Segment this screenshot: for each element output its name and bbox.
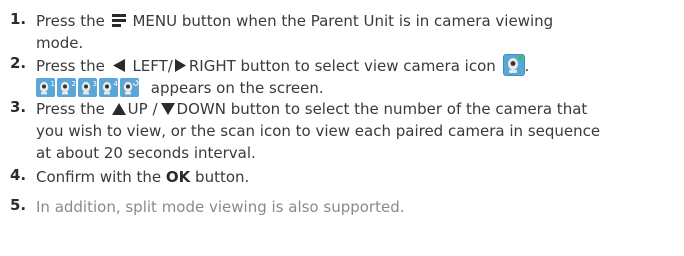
step-number: 3. xyxy=(10,98,27,116)
step-text: Press the LEFT/ RIGHT button to select v… xyxy=(36,54,676,100)
step-text: Confirm with the OK button. xyxy=(36,168,250,186)
camera-1-icon: 1 xyxy=(36,77,55,97)
svg-text:4: 4 xyxy=(114,80,119,88)
step-text: In addition, split mode viewing is also … xyxy=(36,198,405,216)
svg-text:1: 1 xyxy=(51,80,55,88)
left-triangle-icon xyxy=(112,59,125,72)
menu-icon xyxy=(111,14,126,27)
up-triangle-icon xyxy=(111,103,126,115)
down-triangle-icon xyxy=(160,103,175,115)
step-number: 5. xyxy=(10,196,27,214)
camera-number-icons: 1 2 3 4 xyxy=(36,77,139,97)
step-number: 2. xyxy=(10,54,27,72)
camera-4-icon: 4 xyxy=(99,77,119,97)
step-text: Press the MENU button when the Parent Un… xyxy=(36,12,554,52)
step-number: 4. xyxy=(10,166,27,184)
ok-button-label: OK xyxy=(165,168,191,186)
camera-3-icon: 3 xyxy=(78,77,97,97)
right-triangle-icon xyxy=(174,59,186,72)
camera-2-icon: 2 xyxy=(57,77,76,97)
svg-text:2: 2 xyxy=(72,80,76,88)
step-number: 1. xyxy=(10,10,27,28)
camera-scan-icon xyxy=(120,77,139,97)
camera-icon-strip: 1 2 3 4 xyxy=(36,77,140,100)
svg-text:3: 3 xyxy=(93,80,97,88)
step-text: Press the UP / DOWN button to select the… xyxy=(36,100,601,162)
view-camera-icon xyxy=(502,54,525,76)
